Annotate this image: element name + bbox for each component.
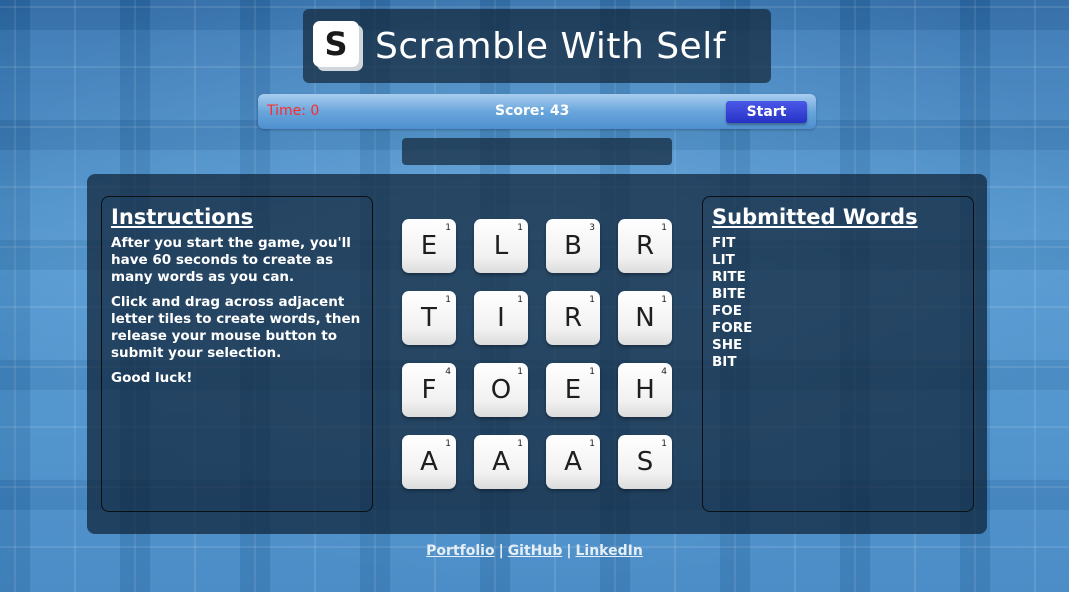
title-banner: S Scramble With Self bbox=[303, 9, 771, 83]
submitted-word: SHE bbox=[712, 337, 743, 353]
letter-tile[interactable]: O1 bbox=[474, 363, 528, 417]
tile-points: 1 bbox=[589, 295, 595, 305]
game-panel: Instructions After you start the game, y… bbox=[87, 174, 987, 534]
submitted-words-list: FIT LIT RITE BITE FOE FORE SHE BIT bbox=[712, 235, 964, 371]
current-word-display bbox=[402, 138, 672, 165]
tile-points: 1 bbox=[445, 295, 451, 305]
instructions-paragraph: Click and drag across adjacent letter ti… bbox=[111, 294, 361, 361]
timer-label: Time: 0 bbox=[267, 103, 320, 119]
letter-tile[interactable]: A1 bbox=[546, 435, 600, 489]
letter-tile[interactable]: R1 bbox=[618, 219, 672, 273]
submitted-word: FIT bbox=[712, 235, 736, 251]
submitted-words-heading: Submitted Words bbox=[712, 205, 918, 229]
submitted-word: BITE bbox=[712, 286, 746, 302]
tile-points: 1 bbox=[517, 295, 523, 305]
letter-tile[interactable]: B3 bbox=[546, 219, 600, 273]
letter-tile[interactable]: S1 bbox=[618, 435, 672, 489]
tile-points: 1 bbox=[517, 439, 523, 449]
footer-links: Portfolio | GitHub | LinkedIn bbox=[0, 543, 1069, 559]
page-title: Scramble With Self bbox=[375, 25, 726, 67]
tile-points: 1 bbox=[517, 367, 523, 377]
portfolio-link[interactable]: Portfolio bbox=[426, 543, 494, 559]
start-button[interactable]: Start bbox=[726, 101, 807, 123]
tile-points: 3 bbox=[589, 223, 595, 233]
letter-tile[interactable]: E1 bbox=[402, 219, 456, 273]
instructions-paragraph: Good luck! bbox=[111, 370, 193, 386]
letter-tile[interactable]: N1 bbox=[618, 291, 672, 345]
logo-tile-letter: S bbox=[313, 21, 359, 67]
tile-points: 1 bbox=[445, 439, 451, 449]
tile-points: 1 bbox=[661, 223, 667, 233]
scramble-logo-icon: S bbox=[313, 21, 363, 71]
submitted-word: LIT bbox=[712, 252, 735, 268]
score-label: Score: 43 bbox=[495, 103, 570, 119]
letter-tile[interactable]: R1 bbox=[546, 291, 600, 345]
letter-tile[interactable]: A1 bbox=[402, 435, 456, 489]
link-separator: | bbox=[498, 543, 504, 559]
letter-tile[interactable]: H4 bbox=[618, 363, 672, 417]
letter-tile[interactable]: L1 bbox=[474, 219, 528, 273]
letter-tile[interactable]: T1 bbox=[402, 291, 456, 345]
letter-tile[interactable]: F4 bbox=[402, 363, 456, 417]
submitted-word: FORE bbox=[712, 320, 753, 336]
tile-points: 1 bbox=[661, 295, 667, 305]
letter-tile[interactable]: I1 bbox=[474, 291, 528, 345]
instructions-heading: Instructions bbox=[111, 205, 254, 229]
tile-points: 1 bbox=[589, 439, 595, 449]
tile-points: 1 bbox=[589, 367, 595, 377]
tile-points: 4 bbox=[661, 367, 667, 377]
submitted-word: BIT bbox=[712, 354, 737, 370]
linkedin-link[interactable]: LinkedIn bbox=[576, 543, 643, 559]
tile-points: 1 bbox=[445, 223, 451, 233]
letter-tile[interactable]: E1 bbox=[546, 363, 600, 417]
letter-board: E1 L1 B3 R1 T1 I1 R1 N1 F4 O1 E1 H4 A1 A… bbox=[402, 219, 672, 489]
github-link[interactable]: GitHub bbox=[508, 543, 563, 559]
tile-points: 1 bbox=[517, 223, 523, 233]
tile-points: 1 bbox=[661, 439, 667, 449]
submitted-words-panel: Submitted Words FIT LIT RITE BITE FOE FO… bbox=[702, 196, 974, 512]
submitted-word: FOE bbox=[712, 303, 742, 319]
status-bar: Time: 0 Score: 43 Start bbox=[258, 94, 816, 129]
tile-points: 4 bbox=[445, 367, 451, 377]
instructions-panel: Instructions After you start the game, y… bbox=[101, 196, 373, 512]
link-separator: | bbox=[566, 543, 572, 559]
letter-tile[interactable]: A1 bbox=[474, 435, 528, 489]
submitted-word: RITE bbox=[712, 269, 746, 285]
instructions-paragraph: After you start the game, you'll have 60… bbox=[111, 235, 351, 285]
